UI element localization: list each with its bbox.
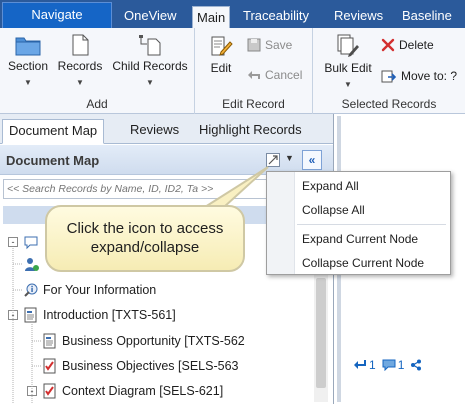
chevron-down-icon[interactable]: ▼	[321, 80, 375, 89]
menu-gutter	[267, 172, 295, 274]
tab-reviews-panel[interactable]: Reviews	[124, 119, 185, 144]
tab-baseline[interactable]: Baseline	[402, 6, 452, 26]
callout-tooltip: Click the icon to access expand/collapse	[45, 205, 245, 272]
link-return-icon[interactable]	[354, 359, 367, 371]
tree-row-label: Context Diagram [SELS-621]	[62, 384, 224, 398]
ribbon-group-label-edit-record: Edit Record	[222, 97, 285, 111]
tab-oneview[interactable]: OneView	[124, 6, 177, 26]
chevron-down-icon[interactable]: ▼	[110, 78, 190, 87]
move-to-label: Move to: ?	[401, 69, 458, 83]
callout-line-2: expand/collapse	[90, 239, 200, 256]
tab-highlight-records[interactable]: Highlight Records	[193, 119, 308, 144]
tree-row-label: Business Opportunity [TXTS-562	[62, 334, 245, 348]
chevron-down-icon[interactable]: ▼	[57, 78, 103, 87]
document-icon	[72, 34, 89, 56]
tab-main[interactable]: Main	[192, 6, 231, 29]
ribbon-group-edit-record: Edit Save Cancel Edit Record	[195, 28, 313, 114]
save-label: Save	[265, 38, 293, 52]
tree-row[interactable]: Business Objectives [SELS-563	[42, 356, 238, 376]
tree-row[interactable]: Business Opportunity [TXTS-562	[42, 331, 245, 351]
menu-item-expand-all[interactable]: Expand All	[302, 179, 359, 193]
move-to-button[interactable]: Move to: ?	[381, 68, 457, 84]
scrollbar-thumb[interactable]	[316, 278, 326, 388]
undo-arrow-icon	[248, 71, 260, 79]
expand-collapse-glyph	[268, 155, 278, 165]
tab-navigate[interactable]: Navigate	[2, 2, 112, 28]
edit-label: Edit	[210, 61, 232, 75]
child-records-label: Child Records	[112, 59, 188, 73]
tab-reviews[interactable]: Reviews	[334, 6, 383, 26]
bulk-edit-icon	[337, 34, 359, 57]
delete-x-icon	[381, 38, 395, 52]
section-button[interactable]: Section ▼	[6, 34, 50, 87]
expand-collapse-menu: Expand All Collapse All Expand Current N…	[266, 171, 451, 275]
menu-item-collapse-all[interactable]: Collapse All	[302, 203, 365, 217]
menu-item-expand-current-node[interactable]: Expand Current Node	[302, 232, 418, 246]
ribbon: Section ▼ Records ▼ Child Records ▼ Add	[0, 28, 465, 114]
ribbon-group-add: Section ▼ Records ▼ Child Records ▼ Add	[0, 28, 195, 114]
tree-row-label: Business Objectives [SELS-563	[62, 359, 239, 373]
bulk-edit-button[interactable]: Bulk Edit ▼	[321, 34, 375, 89]
cancel-button[interactable]: Cancel	[247, 68, 302, 82]
tree-row-label: Introduction [TXTS-561]	[43, 308, 176, 322]
menu-item-collapse-current-node[interactable]: Collapse Current Node	[302, 256, 424, 270]
records-button[interactable]: Records ▼	[57, 34, 103, 87]
section-label: Section	[7, 59, 49, 73]
folder-icon	[15, 37, 41, 56]
save-button[interactable]: Save	[247, 38, 292, 52]
links-count: 1	[369, 358, 376, 372]
delete-label: Delete	[399, 38, 434, 52]
comment-icon[interactable]	[382, 359, 396, 371]
menu-separator	[297, 224, 446, 225]
bulk-edit-label: Bulk Edit	[324, 61, 372, 75]
edit-pencil-icon	[211, 36, 233, 56]
share-icon[interactable]	[410, 359, 422, 371]
record-indicators: 1 1	[354, 358, 422, 372]
child-records-icon	[139, 35, 161, 56]
chevron-down-icon[interactable]: ▼	[6, 78, 50, 87]
tab-traceability[interactable]: Traceability	[243, 6, 309, 26]
save-icon	[247, 38, 261, 52]
ribbon-group-selected-records: Bulk Edit ▼ Delete Move to: ? Selected R…	[313, 28, 465, 114]
edit-button[interactable]: Edit	[205, 34, 237, 75]
chevron-down-icon[interactable]: ▼	[285, 153, 294, 163]
comments-count: 1	[397, 358, 405, 372]
ribbon-group-label-add: Add	[86, 97, 108, 111]
expand-collapse-icon[interactable]	[266, 153, 280, 167]
cancel-label: Cancel	[265, 68, 303, 82]
ribbon-group-label-selected-records: Selected Records	[341, 97, 437, 111]
callout-line-1: Click the icon to access	[66, 220, 224, 237]
move-to-icon	[381, 70, 397, 83]
records-label: Records	[57, 59, 103, 73]
collapse-panel-button[interactable]: «	[302, 150, 322, 170]
delete-button[interactable]: Delete	[381, 38, 434, 52]
child-records-button[interactable]: Child Records ▼	[110, 34, 190, 87]
ribbon-tab-bar: Navigate OneView Main Traceability Revie…	[0, 0, 465, 29]
